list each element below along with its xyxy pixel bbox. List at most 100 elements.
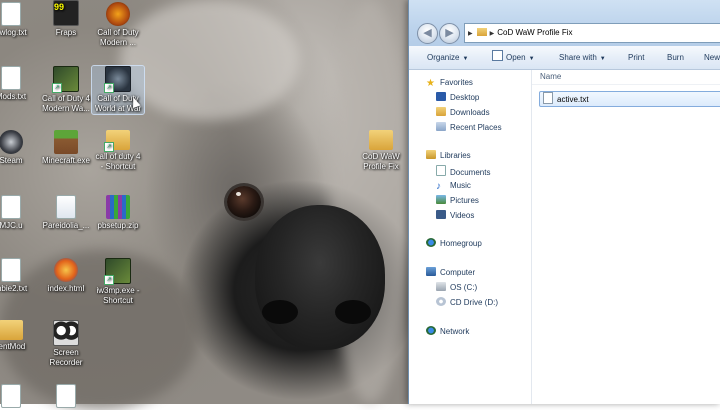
nav-libraries[interactable]: Libraries (426, 150, 471, 162)
nav-label: Pictures (450, 196, 479, 205)
cod-waw-icon: ↗ (104, 66, 131, 93)
desktop-icon-label: Call of Duty 4 Modern Wa... (41, 94, 91, 113)
star-icon: ★ (426, 78, 435, 89)
nav-network[interactable]: Network (426, 326, 469, 338)
nav-computer[interactable]: Computer (426, 267, 475, 279)
shortcut-arrow-icon: ↗ (104, 142, 114, 152)
desktop-icon-bottom-middle[interactable] (33, 384, 99, 410)
open-file-icon (492, 50, 503, 61)
nav-os-c[interactable]: OS (C:) (436, 282, 477, 294)
koala-nostril (262, 300, 298, 324)
fraps-icon: 99 (53, 0, 79, 26)
documents-icon (436, 165, 446, 176)
folder-icon (476, 28, 487, 36)
back-button[interactable]: ◀ (417, 23, 438, 44)
column-header-name[interactable]: Name (532, 70, 720, 85)
cod4-icon: ↗ (52, 66, 79, 93)
desktop-icon-pbsetup[interactable]: pbsetup.zip (85, 195, 151, 231)
file-icon (1, 384, 21, 408)
command-bar: Organize ▼ Open ▼ Share with ▼ Print Burn N… (409, 46, 720, 70)
desktop-icon-label: call of duty 4 - Shortcut (95, 152, 141, 171)
folder-icon (0, 320, 23, 340)
share-with-label: Share with (559, 53, 597, 62)
organize-button[interactable]: Organize ▼ (427, 46, 468, 69)
zip-archive-icon (106, 195, 130, 219)
desktop-icon-screen-recorder[interactable]: Screen Recorder (33, 320, 99, 368)
nav-label: Recent Places (450, 123, 502, 132)
homegroup-icon (426, 238, 436, 247)
burn-button[interactable]: Burn (667, 46, 684, 69)
firefox-icon (54, 258, 78, 282)
print-label: Print (628, 53, 645, 62)
forward-button[interactable]: ▶ (439, 23, 460, 44)
open-label: Open (506, 53, 526, 62)
shortcut-arrow-icon: ↗ (104, 83, 114, 93)
desktop-icon-iw3mp-shortcut[interactable]: ↗ iw3mp.exe - Shortcut (85, 258, 151, 306)
nav-homegroup[interactable]: Homegroup (426, 238, 482, 250)
libraries-icon (426, 150, 436, 159)
pictures-icon (436, 195, 446, 204)
column-header-label: Name (540, 72, 562, 81)
shortcut-arrow-icon: ↗ (104, 275, 114, 285)
new-folder-button[interactable]: New (704, 46, 720, 69)
explorer-titlebar: ◀ ▶ ▶ ▶ CoD WaW Profile Fix (409, 0, 720, 46)
desktop-icon-label: CoD WaW Profile Fix (362, 152, 400, 171)
nav-desktop[interactable]: Desktop (436, 92, 479, 104)
forward-arrow-icon: ▶ (445, 27, 454, 39)
desktop-icon-cod-modern[interactable]: Call of Duty Modern ... (85, 2, 151, 48)
nav-favorites[interactable]: ★ Favorites (426, 77, 473, 89)
cd-drive-icon (436, 297, 446, 306)
text-file-icon (543, 92, 553, 104)
explorer-window: ◀ ▶ ▶ ▶ CoD WaW Profile Fix Organize ▼ Open… (408, 0, 720, 404)
koala-nostril (335, 300, 371, 324)
nav-documents[interactable]: Documents (436, 165, 490, 177)
downloads-icon (436, 107, 446, 116)
computer-icon (426, 267, 436, 276)
desktop-icon-label: pbsetup.zip (97, 221, 139, 230)
nav-label: Network (440, 327, 470, 336)
desktop-icon-label: iw3mp.exe - Shortcut (96, 286, 140, 305)
nav-recent-places[interactable]: Recent Places (436, 122, 502, 134)
nav-label: Documents (450, 168, 491, 177)
fraps-badge: 99 (54, 2, 65, 12)
desktop-icon-cod4-modern-warfare[interactable]: ↗ Call of Duty 4 Modern Wa... (33, 66, 99, 114)
folder-icon: ↗ (104, 130, 130, 152)
recent-places-icon (436, 122, 446, 131)
file-list-pane: Name active.txt (531, 70, 720, 404)
text-file-icon (1, 66, 21, 90)
address-chevron-icon: ▶ (468, 31, 473, 37)
nav-pictures[interactable]: Pictures (436, 195, 479, 207)
desktop-icon-label: Screen Recorder (49, 348, 83, 367)
open-button[interactable]: Open ▼ (492, 46, 535, 69)
nav-label: Desktop (450, 93, 480, 102)
steam-icon (0, 130, 23, 154)
back-arrow-icon: ◀ (423, 27, 432, 39)
nav-label: Downloads (450, 108, 490, 117)
file-name: active.txt (557, 95, 589, 104)
chevron-down-icon: ▼ (462, 56, 469, 62)
desktop-icon-cod-waw-profile-fix[interactable]: CoD WaW Profile Fix (348, 130, 414, 172)
nav-label: Videos (450, 211, 475, 220)
nav-label: Libraries (440, 151, 471, 160)
chevron-down-icon: ▼ (528, 56, 535, 62)
nav-downloads[interactable]: Downloads (436, 107, 490, 119)
nav-label: CD Drive (D:) (450, 298, 498, 307)
share-with-button[interactable]: Share with ▼ (559, 46, 606, 69)
nav-label: OS (C:) (450, 283, 478, 292)
organize-label: Organize (427, 53, 460, 62)
music-icon: ♪ (436, 181, 441, 192)
address-bar[interactable]: ▶ ▶ CoD WaW Profile Fix (464, 23, 720, 43)
file-icon (1, 195, 21, 219)
breadcrumb-separator-icon: ▶ (489, 31, 495, 37)
file-icon (56, 384, 76, 408)
nav-videos[interactable]: Videos (436, 210, 474, 222)
desktop-icon (436, 92, 446, 101)
hard-drive-icon (436, 282, 446, 291)
file-row[interactable]: active.txt (539, 91, 720, 107)
nav-music[interactable]: ♪ Music (436, 180, 471, 192)
nav-cd-drive[interactable]: CD Drive (D:) (436, 297, 498, 309)
koala-eye (227, 186, 261, 218)
nav-label: Music (450, 181, 471, 190)
desktop-icon-cod4-shortcut[interactable]: ↗ call of duty 4 - Shortcut (85, 130, 151, 172)
print-button[interactable]: Print (628, 46, 644, 69)
